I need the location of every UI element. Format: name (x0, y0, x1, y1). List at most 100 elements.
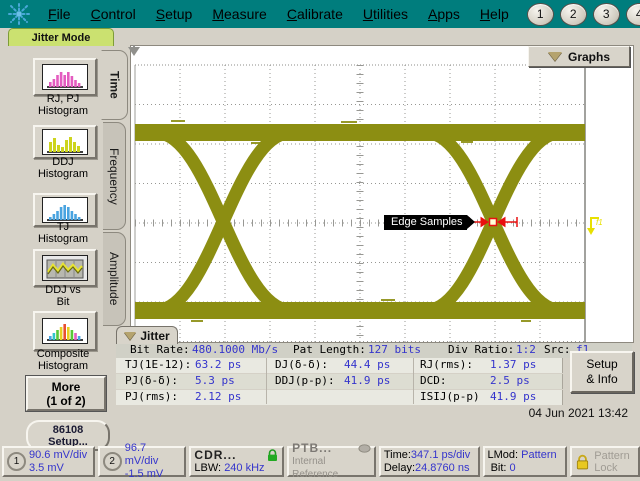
lmod-button[interactable]: LMod: Pattern Bit: 0 (483, 446, 568, 477)
histogram-multicolor-icon (42, 318, 88, 344)
jitter-row-3: PJ(rms): 2.12 ps ISIJ(p-p) 41.9 ps (116, 390, 563, 405)
edge-sample-markers (469, 217, 517, 227)
status-bar: 1 90.6 mV/div 3.5 mV 2 96.7 mV/div -1.5 … (0, 446, 640, 477)
time-value: 347.1 ps/div (411, 449, 470, 461)
channel-1-scale: 90.6 mV/div (29, 449, 87, 462)
pattern-lock-button[interactable]: Pattern Lock (570, 446, 640, 477)
channel-1-button[interactable]: 1 90.6 mV/div 3.5 mV (2, 446, 95, 477)
div-ratio-value: 1:2 (516, 343, 536, 356)
jitter-header-row: Bit Rate: 480.1000 Mb/s Pat Length: 127 … (116, 343, 632, 358)
histogram-pink-icon (42, 64, 88, 90)
menu-apps[interactable]: Apps (418, 3, 470, 25)
padlock-yellow-icon (575, 454, 590, 470)
pat-length-value: 127 bits (368, 343, 421, 356)
tab-frequency[interactable]: Frequency (103, 122, 126, 230)
bit-rate-label: Bit Rate: (130, 343, 190, 356)
dropdown-triangle-icon (548, 52, 562, 61)
quick-button-1[interactable]: 1 (527, 3, 554, 26)
waveform-display: f1 Graphs Edge Samples (130, 45, 634, 343)
menu-calibrate[interactable]: Calibrate (277, 3, 353, 25)
tj-value: 63.2 ps (195, 358, 241, 371)
rj-value: 1.37 ps (490, 358, 536, 371)
channel-2-icon: 2 (103, 452, 122, 471)
rj-label: RJ(rms): (420, 358, 473, 371)
trigger-arrow-icon (128, 47, 140, 56)
lmod-value: Pattern (521, 449, 556, 461)
channel-2-scale: 96.7 mV/div (125, 442, 182, 468)
isij-value: 41.9 ps (490, 390, 536, 403)
svg-text:f1: f1 (596, 218, 603, 227)
menu-file[interactable]: File (38, 3, 81, 25)
jitter-results-tab[interactable]: Jitter (116, 326, 178, 344)
rj-pj-histogram-button[interactable] (33, 58, 97, 96)
ptb-reference-label: Internal Reference (292, 455, 371, 481)
timebase-button[interactable]: Time:347.1 ps/div Delay:24.8760 ns (379, 446, 480, 477)
menu-bar: File Control Setup Measure Calibrate Uti… (38, 3, 519, 25)
agilent-spark-icon (6, 2, 32, 26)
menu-utilities[interactable]: Utilities (353, 3, 418, 25)
status-oval-icon (358, 442, 371, 455)
pattern-lock-label-2: Lock (594, 462, 629, 474)
dj-label: DJ(δ-δ): (275, 358, 328, 371)
source-marker-f1: f1 (587, 218, 603, 235)
bit-value: 0 (510, 462, 516, 474)
padlock-green-icon (266, 449, 279, 462)
histogram-yellow-icon (42, 129, 88, 155)
ddj-histogram-label: DDJHistogram (14, 156, 112, 180)
ddj-label: DDJ(p-p): (275, 374, 335, 387)
ddj-histogram-button[interactable] (33, 125, 97, 159)
pj-dd-value: 5.3 ps (195, 374, 235, 387)
src-label: Src: (544, 343, 571, 356)
ddj-vs-bit-label: DDJ vsBit (14, 284, 112, 308)
waveform-vs-bit-icon (42, 255, 88, 281)
tj-histogram-label: TJHistogram (14, 221, 112, 245)
pj-dd-label: PJ(δ-δ): (125, 374, 178, 387)
dcd-label: DCD: (420, 374, 447, 387)
cdr-lbw-label: LBW: (194, 462, 221, 474)
setup-info-button[interactable]: Setup & Info (570, 351, 634, 393)
tab-time[interactable]: Time (101, 50, 128, 120)
delay-label: Delay: (384, 462, 415, 474)
cdr-button[interactable]: CDR... LBW: 240 kHz (189, 446, 284, 477)
quick-buttons: 1 2 3 4 (527, 3, 640, 26)
cdr-title: CDR... (194, 449, 236, 462)
scope-application: File Control Setup Measure Calibrate Uti… (0, 0, 640, 480)
quick-button-4[interactable]: 4 (626, 3, 640, 26)
channel-2-button[interactable]: 2 96.7 mV/div -1.5 mV (98, 446, 187, 477)
edge-samples-callout: Edge Samples (384, 215, 467, 230)
menu-help[interactable]: Help (470, 3, 519, 25)
bit-label: Bit: (491, 462, 507, 474)
menu-measure[interactable]: Measure (202, 3, 276, 25)
tj-label: TJ(1E-12): (125, 358, 191, 371)
tab-amplitude[interactable]: Amplitude (103, 232, 126, 326)
more-pages-button[interactable]: More (1 of 2) (26, 376, 106, 411)
cdr-lbw-value: 240 kHz (224, 462, 264, 474)
datetime-display: 04 Jun 2021 13:42 (529, 406, 628, 420)
menu-control[interactable]: Control (81, 3, 146, 25)
jitter-row-1: TJ(1E-12): 63.2 ps DJ(δ-δ): 44.4 ps RJ(r… (116, 358, 563, 373)
channel-1-icon: 1 (7, 452, 26, 471)
composite-histogram-button[interactable] (33, 311, 97, 351)
graphs-button[interactable]: Graphs (528, 46, 630, 67)
pj-rms-value: 2.12 ps (195, 390, 241, 403)
time-label: Time: (384, 449, 411, 461)
channel-2-offset: -1.5 mV (125, 468, 182, 481)
composite-histogram-label: CompositeHistogram (14, 348, 112, 372)
titlebar: File Control Setup Measure Calibrate Uti… (0, 0, 640, 28)
eye-diagram-plot: f1 (131, 46, 633, 342)
jitter-row-2: PJ(δ-δ): 5.3 ps DDJ(p-p): 41.9 ps DCD: 2… (116, 374, 563, 389)
pattern-lock-label-1: Pattern (594, 450, 629, 462)
quick-button-3[interactable]: 3 (593, 3, 620, 26)
ddj-value: 41.9 ps (344, 374, 390, 387)
dj-value: 44.4 ps (344, 358, 390, 371)
dropdown-triangle-icon (124, 332, 136, 340)
menu-setup[interactable]: Setup (146, 3, 203, 25)
isij-label: ISIJ(p-p) (420, 390, 480, 403)
quick-button-2[interactable]: 2 (560, 3, 587, 26)
lmod-label: LMod: (488, 449, 519, 461)
ddj-vs-bit-button[interactable] (33, 249, 97, 287)
bit-rate-value: 480.1000 Mb/s (192, 343, 278, 356)
ptb-button[interactable]: PTB... Internal Reference (287, 446, 376, 477)
div-ratio-label: Div Ratio: (448, 343, 514, 356)
delay-value: 24.8760 ns (415, 462, 469, 474)
